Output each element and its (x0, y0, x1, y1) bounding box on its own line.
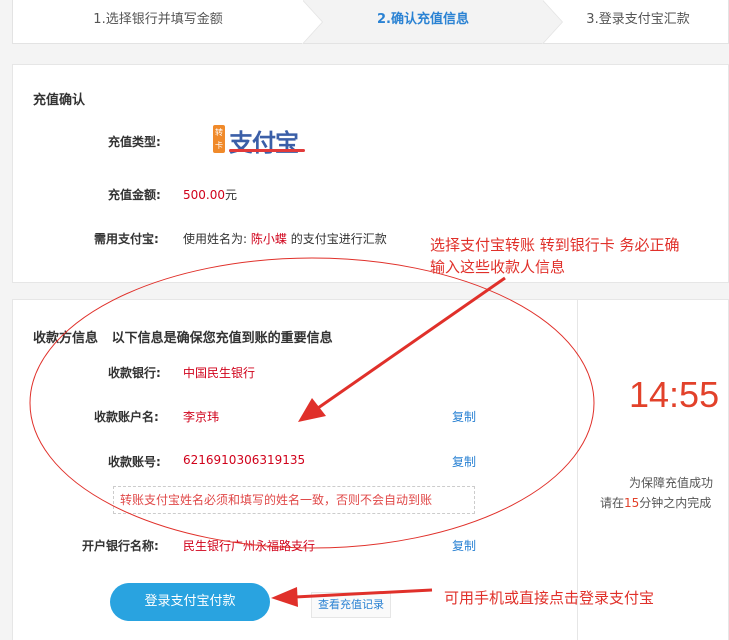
transfer-card-tag: 转卡 (213, 125, 225, 153)
alipay-brand: 支付宝 (229, 128, 299, 157)
recharge-type-label: 充值类型: (108, 135, 161, 149)
payee-name-label: 收款账户名: (94, 410, 159, 424)
payee-info-title: 收款方信息 以下信息是确保您充值到账的重要信息 (33, 327, 333, 346)
countdown-timer: 14:55 (629, 374, 720, 415)
recharge-amount-label: 充值金额: (108, 188, 161, 202)
view-records-button[interactable]: 查看充值记录 (311, 592, 391, 618)
alipay-text-pre: 使用姓名为: (183, 232, 248, 246)
payee-bank-value: 中国民生银行 (183, 366, 256, 380)
payee-title: 收款方信息 (33, 331, 99, 346)
countdown-note-2: 请在15分钟之内完成 (600, 494, 711, 511)
recharge-amount: 500.00元 (183, 186, 237, 203)
countdown-note-1: 为保障充值成功 (629, 476, 714, 490)
recharge-amount-unit: 元 (225, 188, 238, 202)
payee-branch-label: 开户银行名称: (82, 539, 159, 553)
payee-name-value: 李京玮 (183, 410, 220, 424)
step-divider (302, 0, 322, 44)
payer-name: 陈小蝶 (250, 232, 287, 246)
step-login-alipay: 3.登录支付宝汇款 (586, 12, 690, 27)
annotation-top-line-1: 选择支付宝转账 转到银行卡 务必正确 (430, 236, 680, 254)
payee-branch-value: 民生银行广州永福路支行 (183, 539, 316, 553)
countdown-note-pre: 请在 (600, 496, 625, 510)
copy-account-button[interactable]: 复制 (452, 453, 476, 470)
countdown-minutes: 15 (624, 496, 640, 510)
login-alipay-pay-button[interactable]: 登录支付宝付款 (110, 583, 270, 621)
alipay-text-post: 的支付宝进行汇款 (290, 232, 387, 246)
alipay-required-label: 需用支付宝: (94, 232, 159, 246)
payee-subtitle: 以下信息是确保您充值到账的重要信息 (111, 331, 333, 346)
recharge-confirm-title: 充值确认 (33, 93, 86, 108)
payee-account-value: 6216910306319135 (183, 453, 306, 467)
payee-bank-label: 收款银行: (108, 366, 161, 380)
recharge-amount-value: 500.00 (183, 188, 225, 202)
alipay-brand-underline (229, 149, 305, 152)
step-confirm-info: 2.确认充值信息 (303, 0, 543, 43)
payee-account-label: 收款账号: (108, 455, 161, 469)
annotation-bottom: 可用手机或直接点击登录支付宝 (444, 589, 655, 607)
name-match-notice: 转账支付宝姓名必须和填写的姓名一致，否则不会自动到账 (113, 486, 475, 514)
steps-bar: 1.选择银行并填写金额 2.确认充值信息 3.登录支付宝汇款 (12, 0, 729, 44)
countdown-note-post: 分钟之内完成 (639, 496, 712, 510)
alipay-required-text: 使用姓名为: 陈小蝶 的支付宝进行汇款 (183, 230, 387, 247)
copy-name-button[interactable]: 复制 (452, 408, 476, 425)
annotation-top-line-2: 输入这些收款人信息 (430, 258, 566, 276)
step-select-bank: 1.选择银行并填写金额 (93, 12, 223, 27)
step-divider (542, 0, 562, 44)
copy-branch-button[interactable]: 复制 (452, 537, 476, 554)
